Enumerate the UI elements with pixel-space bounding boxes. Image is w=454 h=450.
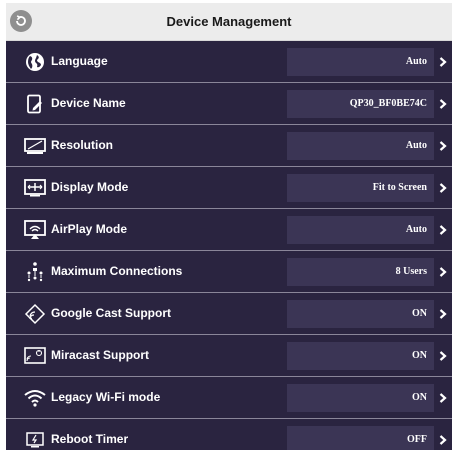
page-title: Device Management xyxy=(166,14,292,29)
setting-label: Reboot Timer xyxy=(51,432,129,446)
setting-row-miracast-support[interactable]: Miracast Support ON xyxy=(6,335,452,377)
setting-row-google-cast-support[interactable]: Google Cast Support ON xyxy=(6,293,452,335)
setting-value: ON xyxy=(287,342,434,370)
miracast-icon xyxy=(24,345,46,367)
setting-label: Legacy Wi-Fi mode xyxy=(51,390,161,404)
cast-icon xyxy=(24,303,46,325)
setting-row-maximum-connections[interactable]: Maximum Connections 8 Users xyxy=(6,251,452,293)
chevron-right-icon xyxy=(439,183,447,193)
fit-screen-icon xyxy=(24,177,46,199)
globe-icon xyxy=(24,51,46,73)
setting-value: Auto xyxy=(287,132,434,160)
setting-label: Google Cast Support xyxy=(51,306,171,320)
chevron-right-icon xyxy=(439,141,447,151)
setting-value: Auto xyxy=(287,48,434,76)
setting-value: 8 Users xyxy=(287,258,434,286)
setting-row-legacy-wifi-mode[interactable]: Legacy Wi-Fi mode ON xyxy=(6,377,452,419)
chevron-right-icon xyxy=(439,393,447,403)
setting-row-reboot-timer[interactable]: Reboot Timer OFF xyxy=(6,419,452,450)
setting-label: AirPlay Mode xyxy=(51,222,128,236)
setting-label: Maximum Connections xyxy=(51,264,183,278)
setting-label: Display Mode xyxy=(51,180,129,194)
chevron-right-icon xyxy=(439,309,447,319)
reboot-timer-icon xyxy=(24,429,46,450)
settings-list: Language Auto Device Name QP30_BF0BE74C xyxy=(6,41,452,450)
setting-label: Miracast Support xyxy=(51,348,150,362)
setting-row-airplay-mode[interactable]: AirPlay Mode Auto xyxy=(6,209,452,251)
chevron-right-icon xyxy=(439,57,447,67)
chevron-right-icon xyxy=(439,267,447,277)
setting-value: ON xyxy=(287,384,434,412)
setting-value: QP30_BF0BE74C xyxy=(287,90,434,118)
header-bar: Device Management xyxy=(6,3,452,41)
users-network-icon xyxy=(24,261,46,283)
device-management-panel: Device Management Language Auto Device N… xyxy=(6,3,452,450)
setting-row-resolution[interactable]: Resolution Auto xyxy=(6,125,452,167)
setting-value: Auto xyxy=(287,216,434,244)
setting-row-display-mode[interactable]: Display Mode Fit to Screen xyxy=(6,167,452,209)
chevron-right-icon xyxy=(439,225,447,235)
chevron-right-icon xyxy=(439,351,447,361)
monitor-icon xyxy=(24,135,46,157)
device-edit-icon xyxy=(24,93,46,115)
setting-row-language[interactable]: Language Auto xyxy=(6,41,452,83)
airplay-icon xyxy=(24,219,46,241)
setting-label: Device Name xyxy=(51,96,126,110)
setting-row-device-name[interactable]: Device Name QP30_BF0BE74C xyxy=(6,83,452,125)
setting-value: ON xyxy=(287,300,434,328)
setting-label: Resolution xyxy=(51,138,113,152)
chevron-right-icon xyxy=(439,99,447,109)
setting-label: Language xyxy=(51,54,108,68)
chevron-right-icon xyxy=(439,435,447,445)
setting-value: OFF xyxy=(287,426,434,450)
setting-value: Fit to Screen xyxy=(287,174,434,202)
wifi-icon xyxy=(24,387,46,409)
